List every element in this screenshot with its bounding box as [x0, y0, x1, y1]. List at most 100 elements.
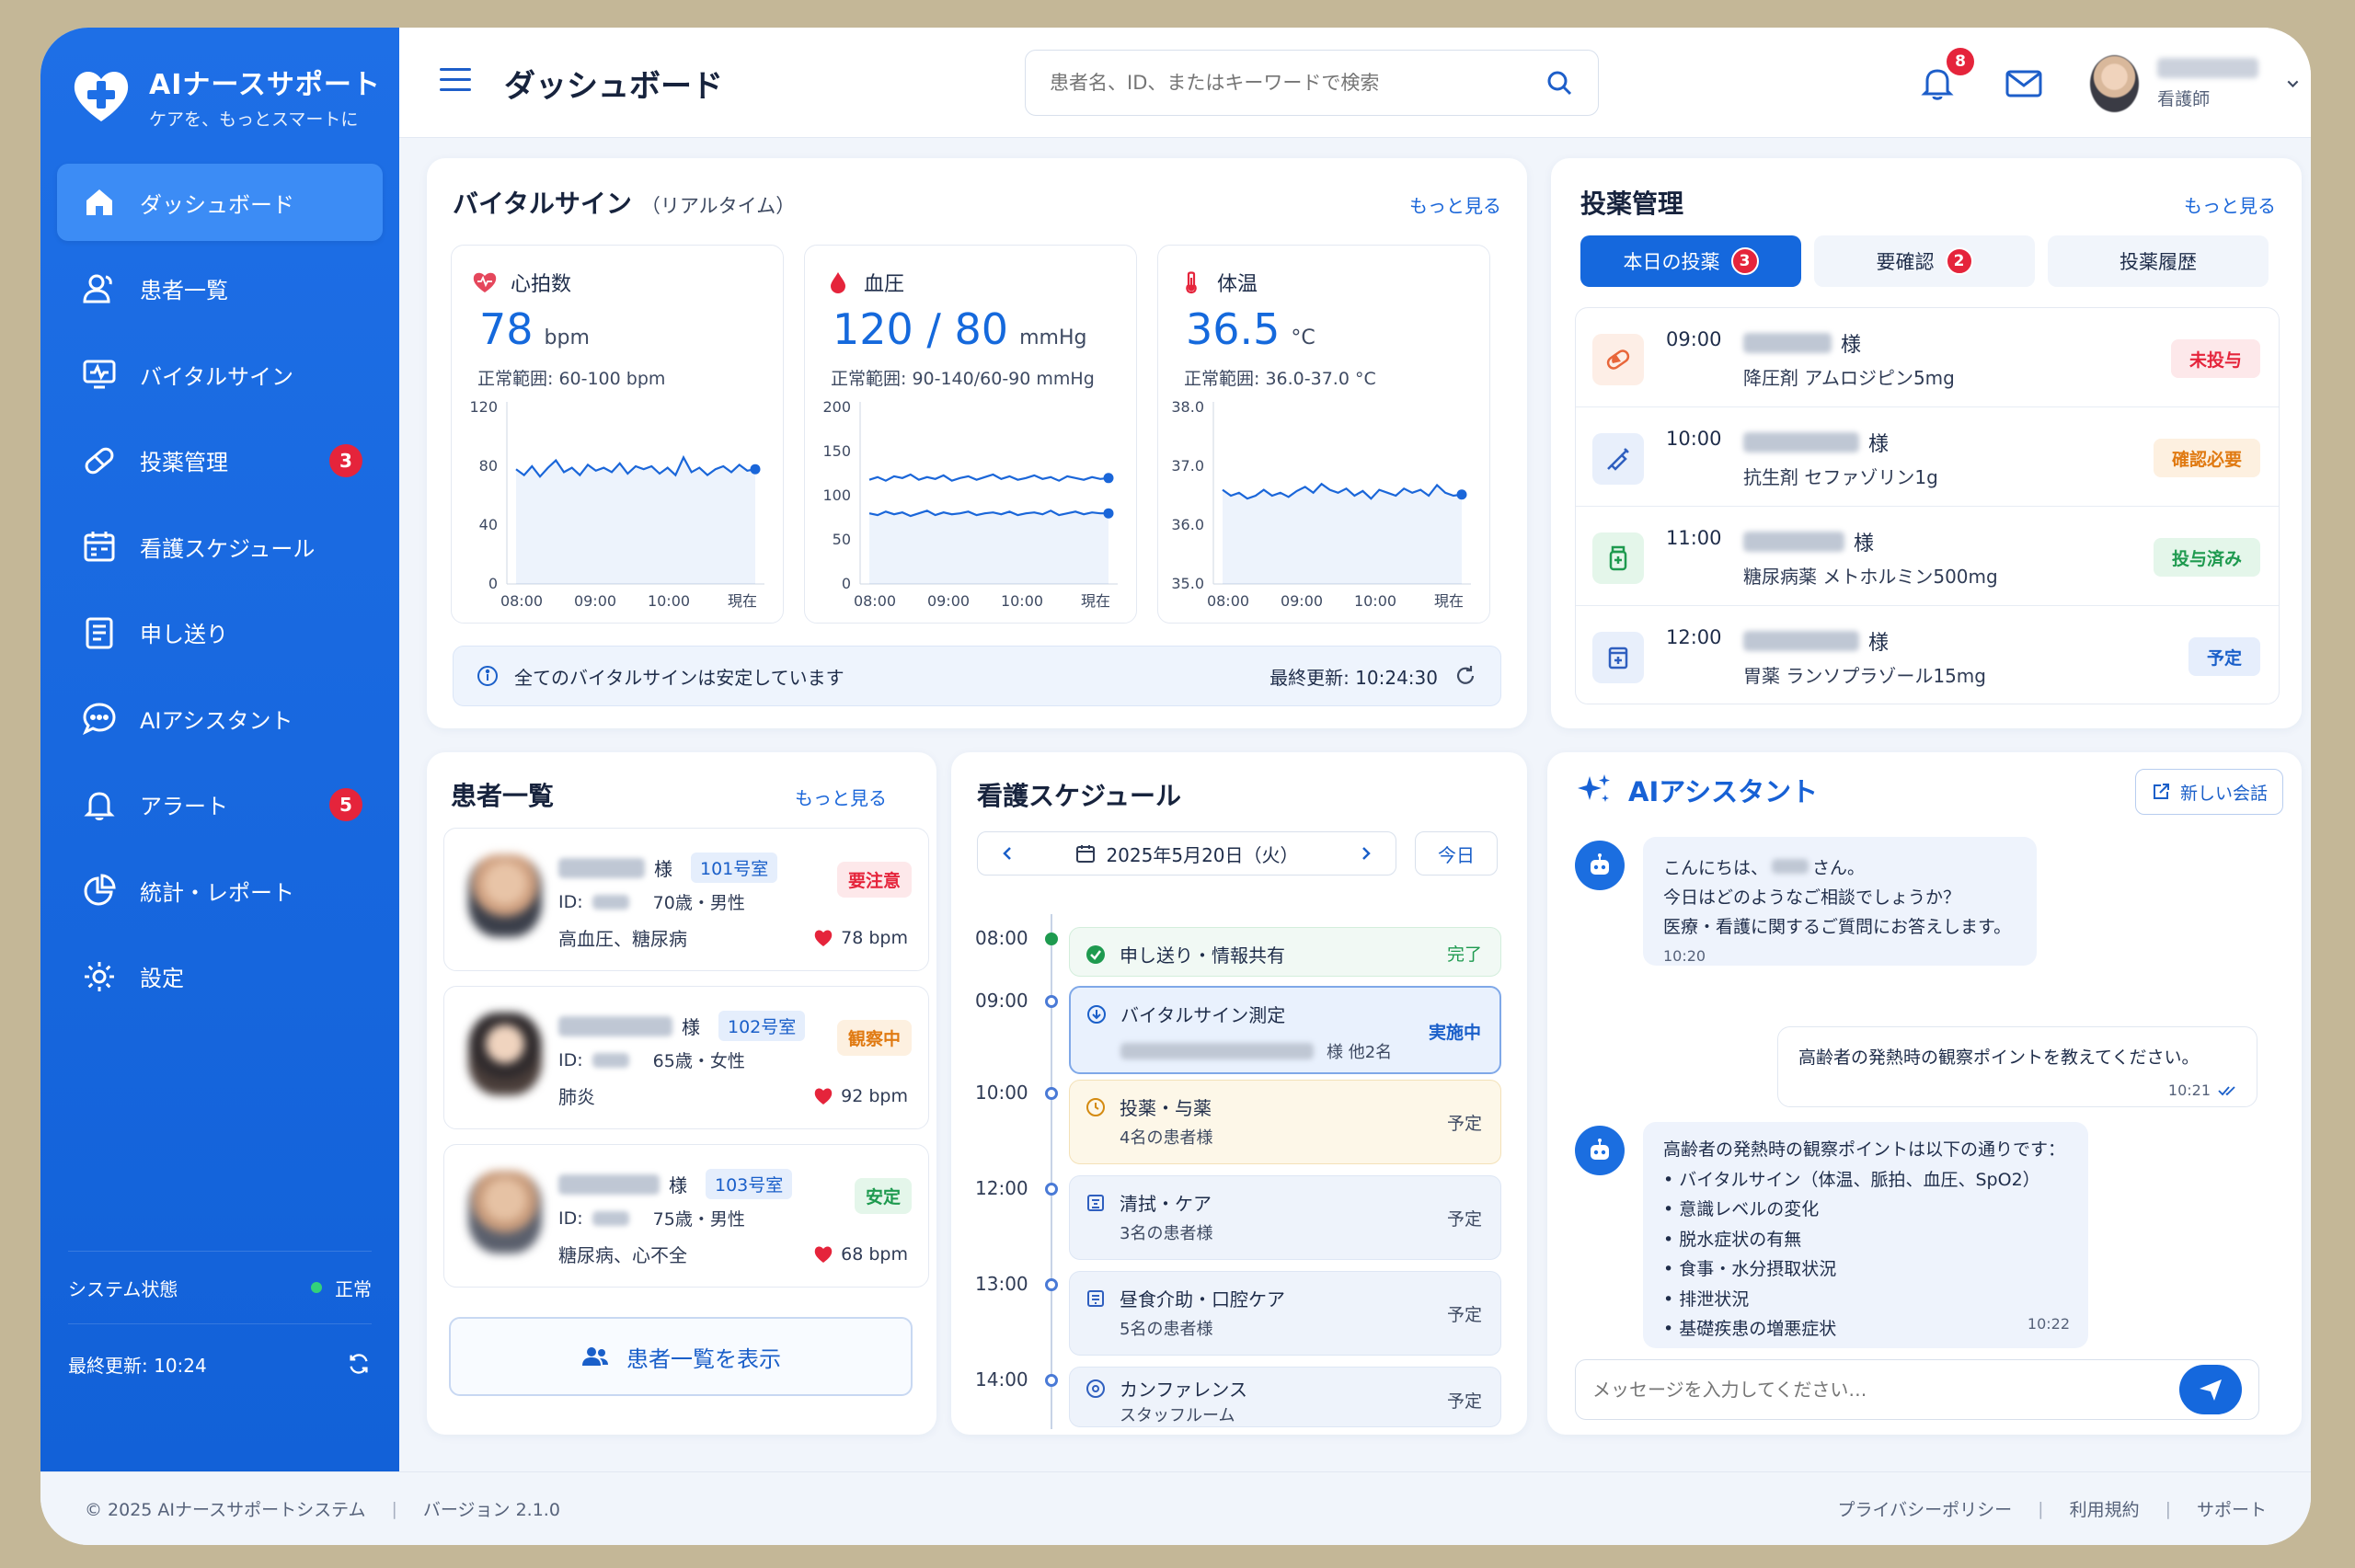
terms-link[interactable]: 利用規約 [2070, 1496, 2140, 1521]
sidebar-item-label: 統計・レポート [140, 879, 294, 906]
medication-row[interactable]: 09:00 様 降圧剤 アムロジピン5mg 未投与 [1576, 308, 2279, 407]
support-link[interactable]: サポート [2197, 1496, 2267, 1521]
today-button[interactable]: 今日 [1415, 831, 1498, 876]
x-tick-label: 09:00 [1281, 592, 1323, 610]
medication-more-link[interactable]: もっと見る [2184, 191, 2276, 218]
message-time: 10:22 [2027, 1314, 2070, 1333]
tab-badge: 2 [1945, 247, 1973, 275]
sidebar-item-dashboard[interactable]: ダッシュボード [57, 164, 383, 241]
heart-rate-unit: bpm [544, 326, 590, 349]
mail-icon[interactable] [2004, 66, 2044, 101]
patient-names-redacted [1120, 1043, 1314, 1059]
temperature-label: 体温 [1217, 273, 1258, 296]
sidebar-item-medication[interactable]: 投薬管理 3 [57, 422, 383, 499]
brand[interactable]: AIナースサポート ケアを、もっとスマートに [68, 59, 381, 132]
schedule-item[interactable]: 清拭・ケア 3名の患者様 予定 [1069, 1175, 1501, 1260]
users-icon [582, 1347, 608, 1366]
sidebar-item-label: AIアシスタント [140, 707, 293, 734]
patient-card[interactable]: 様 101号室 ID: 70歳・男性 高血圧、糖尿病 要注意 78 bpm [443, 828, 929, 971]
thermometer-icon [1186, 271, 1197, 294]
tab-needs-check[interactable]: 要確認 2 [1814, 235, 2035, 287]
sidebar-item-ai-assistant[interactable]: AIアシスタント [57, 680, 383, 757]
alerts-badge: 5 [329, 787, 362, 821]
timeline-dot [1045, 995, 1058, 1008]
vitals-status-bar: 全てのバイタルサインは安定しています 最終更新: 10:24:30 [453, 646, 1501, 706]
patient-diagnosis: 肺炎 [558, 1086, 595, 1108]
sidebar-item-schedule[interactable]: 看護スケジュール [57, 508, 383, 585]
search-box [1025, 50, 1599, 116]
ai-message-line: 今日はどのようなご相談でしょうか？ [1663, 887, 1961, 908]
show-all-patients-button[interactable]: 患者一覧を表示 [449, 1317, 913, 1396]
patient-card[interactable]: 様 103号室 ID: 75歳・男性 糖尿病、心不全 安定 68 bpm [443, 1144, 929, 1288]
timeline-dot [1045, 933, 1058, 945]
schedule-card: 看護スケジュール 2025年5月20日（火） 今日 08:00 09:00 10… [951, 752, 1527, 1435]
medication-row[interactable]: 10:00 様 抗生剤 セファゾリン1g 確認必要 [1576, 407, 2279, 507]
sidebar-item-settings[interactable]: 設定 [57, 938, 383, 1015]
schedule-item[interactable]: 投薬・与薬 4名の患者様 予定 [1069, 1080, 1501, 1164]
schedule-item[interactable]: バイタルサイン測定 様 他2名 実施中 [1069, 986, 1501, 1074]
series-line [868, 473, 1109, 482]
medication-row[interactable]: 11:00 様 糖尿病薬 メトホルミン500mg 投与済み [1576, 507, 2279, 606]
system-status-label: システム状態 [68, 1277, 178, 1300]
vitals-more-link[interactable]: もっと見る [1409, 191, 1501, 218]
patient-name-redacted [1743, 631, 1859, 651]
home-icon [86, 189, 112, 215]
temperature-unit: °C [1291, 326, 1315, 349]
heart-rate-card[interactable]: 心拍数 78 bpm 正常範囲: 60-100 bpm 120 80 40 0 08:00… [451, 245, 784, 624]
heart-icon [473, 272, 497, 292]
medication-row[interactable]: 12:00 様 胃薬 ランソプラゾール15mg 予定 [1576, 606, 2279, 704]
calendar-icon [1076, 845, 1096, 863]
sidebar-item-patients[interactable]: 患者一覧 [57, 250, 383, 327]
schedule-item-title: 清拭・ケア [1120, 1193, 1212, 1215]
ai-message-intro: 高齢者の発熱時の観察ポイントは以下の通りです： [1663, 1139, 2066, 1160]
y-tick-label: 100 [822, 486, 851, 504]
schedule-item[interactable]: カンファレンス スタッフルーム 予定 [1069, 1367, 1501, 1427]
chevron-left-icon[interactable] [998, 844, 1017, 863]
y-tick-label: 200 [822, 398, 851, 416]
pill-icon [1606, 349, 1630, 370]
sidebar-item-vitals[interactable]: バイタルサイン [57, 336, 383, 413]
vitals-card: バイタルサイン （リアルタイム） もっと見る 心拍数 78 bpm 正常範囲: 60… [427, 158, 1527, 728]
sidebar-item-reports[interactable]: 統計・レポート [57, 852, 383, 929]
sidebar-item-handover[interactable]: 申し送り [57, 594, 383, 671]
patient-suffix: 様 [1868, 632, 1890, 655]
tab-badge: 3 [1730, 247, 1759, 275]
schedule-item[interactable]: 申し送り・情報共有 完了 [1069, 927, 1501, 977]
sidebar-item-label: ダッシュボード [140, 191, 294, 218]
refresh-icon[interactable] [346, 1351, 372, 1377]
blood-pressure-card[interactable]: 血圧 120 / 80 mmHg 正常範囲: 90-140/60-90 mmHg … [804, 245, 1137, 624]
patient-card[interactable]: 様 102号室 ID: 65歳・女性 肺炎 観察中 92 bpm [443, 986, 929, 1129]
brand-subtitle: ケアを、もっとスマートに [149, 109, 359, 130]
tab-today-medication[interactable]: 本日の投薬 3 [1580, 235, 1801, 287]
heart-icon [814, 1246, 833, 1263]
refresh-icon[interactable] [1453, 663, 1478, 689]
y-tick-label: 80 [479, 457, 498, 475]
patients-more-link[interactable]: もっと見る [795, 784, 887, 810]
sidebar-item-label: 患者一覧 [140, 278, 228, 303]
heart-rate-range: 正常範囲: 60-100 bpm [477, 369, 666, 389]
message-input[interactable] [1592, 1379, 2179, 1401]
y-tick-label: 0 [842, 575, 851, 592]
patient-age-sex: 75歳・男性 [652, 1209, 745, 1230]
tab-medication-history[interactable]: 投薬履歴 [2048, 235, 2269, 287]
ai-point: • 基礎疾患の増悪症状 [1663, 1319, 1837, 1339]
temperature-value: 36.5 [1186, 304, 1281, 354]
new-chat-button[interactable]: 新しい会話 [2134, 769, 2283, 815]
search-icon[interactable] [1545, 68, 1574, 97]
chevron-down-icon [2287, 80, 2299, 88]
temperature-card[interactable]: 体温 36.5 °C 正常範囲: 36.0-37.0 °C 38.0 37.0 36.… [1157, 245, 1490, 624]
schedule-item-state: 予定 [1446, 1114, 1482, 1134]
sidebar-item-alerts[interactable]: アラート 5 [57, 766, 383, 843]
hamburger-menu-icon[interactable] [440, 66, 471, 94]
users-icon [83, 274, 112, 303]
search-input[interactable] [1050, 72, 1545, 94]
x-tick-label: 10:00 [648, 592, 690, 610]
user-menu[interactable]: 看護師 [2090, 50, 2302, 118]
x-tick-label: 08:00 [854, 592, 896, 610]
room-badge: 103号室 [706, 1169, 793, 1199]
chat-icon [83, 703, 116, 736]
privacy-link[interactable]: プライバシーポリシー [1838, 1496, 2013, 1521]
schedule-item[interactable]: 昼食介助・口腔ケア 5名の患者様 予定 [1069, 1271, 1501, 1356]
send-button[interactable] [2179, 1365, 2242, 1414]
chevron-right-icon[interactable] [1357, 844, 1375, 863]
